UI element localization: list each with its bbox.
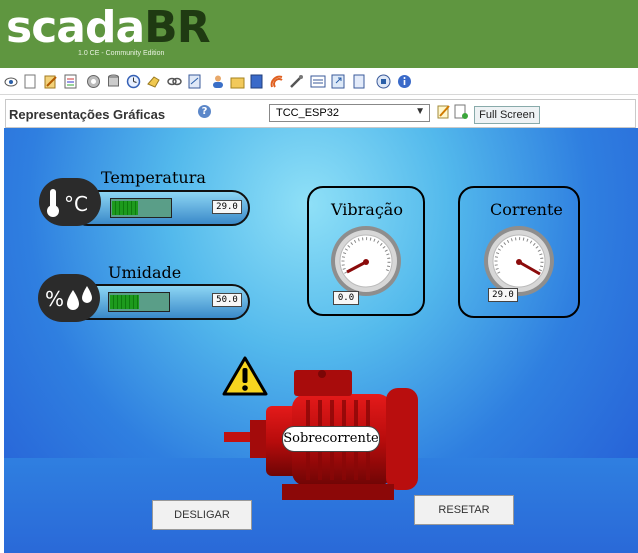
current-gauge-panel: Corrente 29.0: [458, 186, 580, 318]
info-icon[interactable]: [397, 74, 412, 89]
signal-icon[interactable]: [269, 74, 284, 89]
stop-icon[interactable]: [376, 74, 391, 89]
humidity-bar-fill: [110, 295, 139, 309]
humidity-bar: [108, 292, 170, 312]
page-title: Representações Gráficas: [9, 107, 166, 122]
stop-motor-button[interactable]: DESLIGAR: [152, 500, 252, 530]
humidity-label: Umidade: [108, 263, 182, 282]
view-titlebar: Representações Gráficas ? TCC_ESP32 ▼ Fu…: [5, 99, 636, 128]
reset-button[interactable]: RESETAR: [414, 495, 514, 525]
book-icon[interactable]: [250, 74, 263, 89]
tools-icon[interactable]: [289, 74, 304, 89]
gear-icon[interactable]: [86, 74, 101, 89]
motor-status-label: Sobrecorrente: [282, 426, 380, 452]
chevron-down-icon: ▼: [415, 106, 425, 117]
cylinder-icon[interactable]: [107, 74, 120, 89]
hand-icon[interactable]: [146, 74, 161, 89]
humidity-badge: %: [38, 274, 100, 322]
svg-text:%: %: [45, 287, 64, 311]
list-icon[interactable]: [64, 74, 77, 89]
temperature-bar: [110, 198, 172, 218]
logo-edition: 1.0 CE - Community Edition: [78, 50, 165, 57]
thermometer-celsius-icon: °C: [47, 189, 88, 217]
graphical-view-canvas: Temperatura 29.0 °C Umidade 50.0 % Vibra…: [4, 128, 638, 553]
view-select[interactable]: TCC_ESP32 ▼: [269, 104, 430, 122]
doc-icon[interactable]: [352, 74, 366, 89]
temperature-bar-fill: [112, 201, 138, 215]
clock-icon[interactable]: [126, 74, 141, 89]
report-icon[interactable]: [188, 74, 202, 89]
app-header: scadaBR 1.0 CE - Community Edition: [0, 0, 638, 68]
edit-view-icon[interactable]: [437, 104, 451, 119]
svg-text:°C: °C: [64, 192, 88, 216]
export-icon[interactable]: [331, 74, 346, 89]
main-toolbar: [0, 70, 638, 95]
eye-icon[interactable]: [4, 75, 18, 89]
new-view-icon[interactable]: [454, 104, 468, 120]
temperature-label: Temperatura: [101, 168, 206, 187]
view-select-value: TCC_ESP32: [276, 107, 339, 119]
help-icon[interactable]: ?: [198, 105, 211, 118]
page-icon[interactable]: [24, 74, 36, 89]
vibration-label: Vibração: [331, 200, 403, 219]
thermometer-badge: °C: [39, 178, 101, 226]
full-screen-button[interactable]: Full Screen: [474, 106, 540, 124]
scadabr-logo: scadaBR: [6, 2, 211, 53]
humidity-value: 50.0: [212, 293, 242, 307]
current-label: Corrente: [490, 200, 563, 219]
folder-icon[interactable]: [230, 74, 245, 89]
edit-icon[interactable]: [43, 74, 58, 89]
humidity-drops-icon: %: [45, 286, 92, 311]
vibration-value: 0.0: [333, 291, 359, 305]
data-icon[interactable]: [310, 75, 326, 88]
current-value: 29.0: [488, 288, 518, 302]
vibration-gauge-panel: Vibração 0.0: [307, 186, 425, 316]
temperature-value: 29.0: [212, 200, 242, 214]
link-icon[interactable]: [167, 75, 182, 88]
users-icon[interactable]: [211, 74, 226, 89]
vibration-gauge: [331, 226, 401, 296]
